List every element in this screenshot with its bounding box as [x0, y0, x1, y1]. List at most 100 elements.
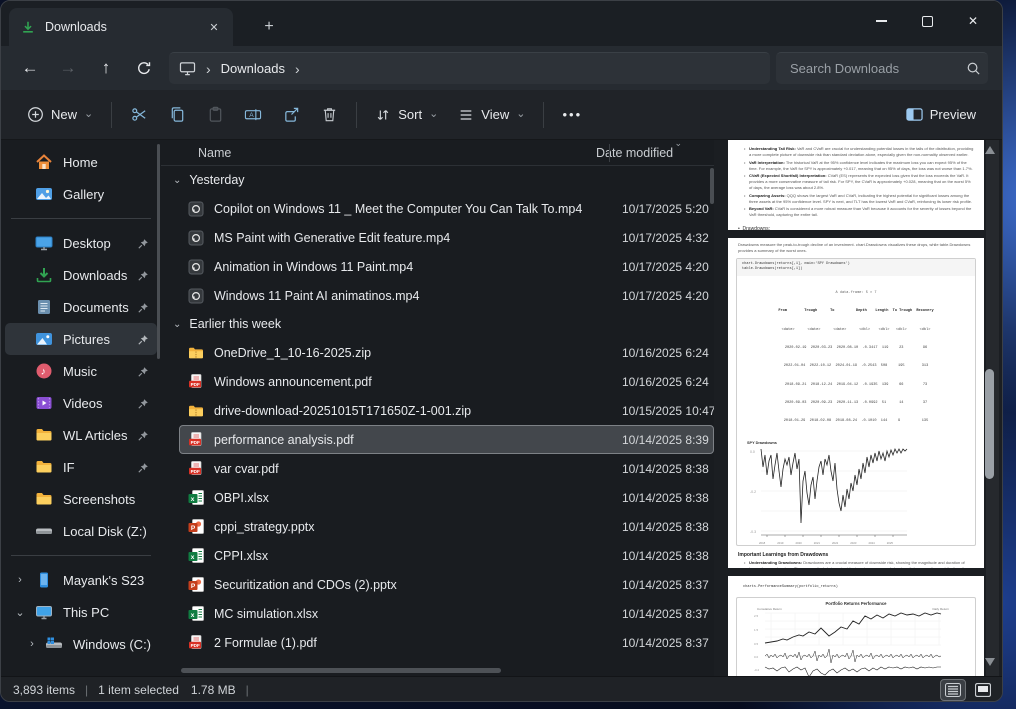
horizontal-scrollbar[interactable]: [181, 668, 501, 673]
details-view-button[interactable]: [940, 679, 966, 701]
sidebar-item-windows-c[interactable]: › Windows (C:): [5, 628, 157, 660]
selection-size: 1.78 MB: [190, 683, 236, 697]
folder-icon: [35, 490, 53, 508]
sidebar-item-documents[interactable]: Documents: [5, 291, 157, 323]
chevron-down-icon[interactable]: ⌄: [13, 606, 27, 619]
back-button[interactable]: ←: [11, 52, 49, 84]
sidebar-item-pictures[interactable]: Pictures: [5, 323, 157, 355]
pdf-file-icon: PDF: [188, 634, 204, 651]
svg-text:x: x: [191, 612, 195, 619]
forward-button[interactable]: →: [49, 52, 87, 84]
refresh-button[interactable]: [125, 52, 163, 84]
new-tab-button[interactable]: +: [257, 15, 281, 39]
sidebar-scrollbar[interactable]: [157, 144, 160, 359]
share-button[interactable]: [272, 98, 310, 132]
svg-text:-0.3: -0.3: [750, 530, 756, 534]
preview-list-item: • Drawdowns:: [738, 226, 771, 230]
svg-text:A: A: [249, 112, 254, 119]
sidebar-item-if[interactable]: IF: [5, 451, 157, 483]
scroll-up-icon[interactable]: [985, 146, 995, 154]
tab-downloads[interactable]: Downloads ✕: [9, 8, 233, 46]
sidebar-item-desktop[interactable]: Desktop: [5, 227, 157, 259]
preview-scrollbar-thumb[interactable]: [985, 369, 994, 479]
column-divider[interactable]: [609, 144, 610, 162]
sidebar-item-home[interactable]: Home: [5, 146, 157, 178]
delete-button[interactable]: [310, 98, 348, 132]
file-name: OBPI.xlsx: [214, 490, 269, 505]
file-row[interactable]: Animation in Windows 11 Paint.mp4 10/17/…: [179, 252, 712, 281]
sidebar-item-gallery[interactable]: Gallery: [5, 178, 157, 210]
file-name: Animation in Windows 11 Paint.mp4: [214, 259, 414, 274]
group-header-yesterday[interactable]: ⌄ Yesterday: [161, 166, 714, 194]
see-more-button[interactable]: •••: [552, 101, 592, 128]
file-row-selected[interactable]: PDF performance analysis.pdf 10/14/2025 …: [179, 425, 714, 454]
file-date: 10/17/2025 5:20: [622, 201, 709, 216]
sidebar-item-music[interactable]: ♪ Music: [5, 355, 157, 387]
chevron-right-icon[interactable]: ›: [25, 638, 39, 650]
file-row[interactable]: x MC simulation.xlsx 10/14/2025 8:37: [179, 599, 712, 628]
file-row[interactable]: PDF var cvar.pdf 10/14/2025 8:38: [179, 454, 712, 483]
sidebar-item-local-disk-z[interactable]: Local Disk (Z:): [5, 515, 157, 547]
file-row[interactable]: P Securitization and CDOs (2).pptx 10/14…: [179, 570, 712, 599]
sidebar-item-screenshots[interactable]: Screenshots: [5, 483, 157, 515]
file-row[interactable]: PDF 2 Formulae (1).pdf 10/14/2025 8:37: [179, 628, 712, 657]
cut-button[interactable]: [120, 98, 158, 132]
view-button-label: View: [481, 107, 510, 122]
thumbnail-view-button[interactable]: [970, 679, 996, 701]
sidebar-item-videos[interactable]: Videos: [5, 387, 157, 419]
chevron-down-icon: ⌄: [516, 107, 526, 120]
file-row[interactable]: Windows 11 Paint AI animatinos.mp4 10/17…: [179, 281, 712, 310]
up-button[interactable]: ↑: [87, 52, 125, 84]
svg-text:x: x: [191, 554, 195, 561]
search-input[interactable]: [790, 61, 966, 76]
close-button[interactable]: ✕: [950, 1, 996, 41]
sidebar-item-label: WL Articles: [63, 427, 128, 443]
sort-arrows-icon: [375, 107, 391, 123]
scroll-down-icon[interactable]: [985, 658, 995, 666]
group-header-earlier-this-week[interactable]: ⌄ Earlier this week: [161, 310, 714, 338]
sidebar-item-label: Videos: [63, 395, 103, 411]
copy-button[interactable]: [158, 98, 196, 132]
sort-button[interactable]: Sort ⌄: [365, 101, 448, 129]
address-bar[interactable]: › Downloads ›: [169, 52, 770, 84]
file-row[interactable]: P cppi_strategy.pptx 10/14/2025 8:38: [179, 512, 712, 541]
svg-text:-0.2: -0.2: [750, 490, 756, 494]
file-row[interactable]: drive-download-20251015T171650Z-1-001.zi…: [179, 396, 714, 425]
minimize-button[interactable]: [858, 1, 904, 41]
column-header-date-modified[interactable]: ⌄ Date modified: [596, 138, 696, 160]
sidebar-item-downloads[interactable]: Downloads: [5, 259, 157, 291]
preview-pane-icon: [906, 107, 923, 122]
tab-close-icon[interactable]: ✕: [203, 16, 225, 38]
selection-count: 1 item selected: [98, 683, 179, 697]
preview-pane: Understanding Tail Risk: VaR and CVaR ar…: [714, 140, 1002, 676]
paste-button[interactable]: [196, 98, 234, 132]
pdf-page-1: Understanding Tail Risk: VaR and CVaR ar…: [728, 140, 984, 230]
sidebar-item-wl-articles[interactable]: WL Articles: [5, 419, 157, 451]
file-row[interactable]: MS Paint with Generative Edit feature.mp…: [179, 223, 712, 252]
file-row[interactable]: x OBPI.xlsx 10/14/2025 8:38: [179, 483, 712, 512]
svg-text:0.5: 0.5: [754, 642, 759, 646]
column-header-name[interactable]: Name: [161, 146, 596, 160]
windows-drive-icon: [45, 635, 63, 653]
breadcrumb-downloads[interactable]: Downloads: [221, 61, 285, 76]
maximize-button[interactable]: [904, 1, 950, 41]
search-box[interactable]: [776, 52, 988, 84]
pin-icon: [137, 397, 149, 409]
sidebar-item-label: Windows (C:): [73, 636, 152, 652]
file-row[interactable]: Copilot on Windows 11 _ Meet the Compute…: [179, 194, 712, 223]
downloads-icon: [35, 266, 53, 284]
status-divider: |: [85, 683, 89, 697]
sidebar-item-label: This PC: [63, 604, 110, 620]
view-button[interactable]: View ⌄: [448, 101, 535, 129]
file-row[interactable]: PDF Windows announcement.pdf 10/16/2025 …: [179, 367, 712, 396]
preview-scrollbar[interactable]: [985, 140, 999, 676]
sidebar-item-phone[interactable]: › Mayank's S23: [5, 564, 157, 596]
preview-toggle-button[interactable]: Preview: [896, 101, 986, 128]
file-row[interactable]: x CPPI.xlsx 10/14/2025 8:38: [179, 541, 712, 570]
breadcrumb-chevron-icon[interactable]: ›: [295, 61, 300, 77]
rename-button[interactable]: A: [234, 98, 272, 132]
file-row[interactable]: OneDrive_1_10-16-2025.zip 10/16/2025 6:2…: [179, 338, 712, 367]
chevron-right-icon[interactable]: ›: [13, 574, 27, 586]
sidebar-item-this-pc[interactable]: ⌄ This PC: [5, 596, 157, 628]
new-button[interactable]: New ⌄: [17, 100, 103, 129]
